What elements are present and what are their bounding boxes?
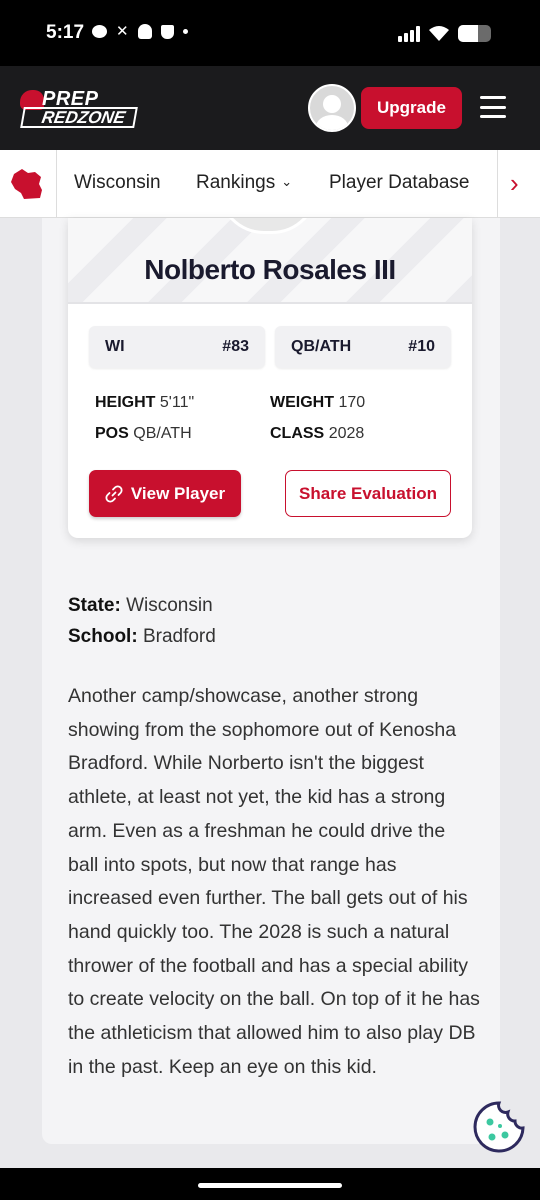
position-attribute: POS QB/ATH <box>95 425 192 443</box>
weight-label: WEIGHT <box>270 394 334 411</box>
state-rank-badge: WI #83 <box>89 326 265 368</box>
notification-icons: ✕ <box>92 24 188 39</box>
subnav-item-wisconsin[interactable]: Wisconsin <box>74 172 161 194</box>
chat-notification-icon <box>92 25 107 38</box>
state-detail-value: Wisconsin <box>126 595 213 616</box>
chevron-down-icon: ⌄ <box>281 174 293 189</box>
weight-value: 170 <box>338 394 366 411</box>
state-subnav: Wisconsin Rankings ⌄ Player Database › <box>0 150 540 218</box>
more-notifications-icon <box>182 29 188 34</box>
home-indicator[interactable] <box>198 1183 342 1188</box>
status-time: 5:17 <box>46 22 85 43</box>
snapchat-notification-icon <box>137 24 152 39</box>
wifi-icon <box>429 26 449 41</box>
tools-notification-icon: ✕ <box>116 23 129 40</box>
pos-label: POS <box>95 425 129 442</box>
player-name: Nolberto Rosales III <box>144 254 396 285</box>
school-detail-value: Bradford <box>142 626 216 647</box>
player-card-header: Nolberto Rosales III <box>68 218 472 304</box>
state-detail: State: Wisconsin <box>68 595 213 617</box>
status-bar: 5:17 ✕ <box>0 0 540 66</box>
school-detail-label: School: <box>68 626 138 647</box>
view-player-label: View Player <box>130 483 226 503</box>
height-value: 5'11" <box>159 394 195 411</box>
subnav-item-rankings[interactable]: Rankings ⌄ <box>196 172 292 194</box>
logo-text-bottom: REDZONE <box>20 107 138 128</box>
cell-signal-icon <box>398 26 420 42</box>
evaluation-text: Another camp/showcase, another strong sh… <box>68 685 480 1078</box>
class-value: 2028 <box>328 425 365 442</box>
chevron-right-icon[interactable]: › <box>510 168 519 199</box>
player-photo[interactable] <box>218 218 318 234</box>
subnav-rankings-label: Rankings <box>196 172 276 193</box>
class-label: CLASS <box>270 425 325 442</box>
state-detail-label: State: <box>68 595 121 616</box>
position-code: QB/ATH <box>291 338 352 355</box>
state-rank: #83 <box>222 338 249 355</box>
battery-icon <box>458 25 491 42</box>
subnav-item-player-database[interactable]: Player Database <box>329 172 469 194</box>
user-avatar[interactable] <box>308 84 356 132</box>
share-evaluation-button[interactable]: Share Evaluation <box>285 470 451 517</box>
site-header: PREP REDZONE Upgrade <box>0 66 540 150</box>
height-label: HEIGHT <box>95 394 156 411</box>
wisconsin-state-icon[interactable] <box>8 166 48 202</box>
gesture-bar <box>0 1168 540 1200</box>
link-icon <box>105 484 123 503</box>
player-card: Nolberto Rosales III WI #83 QB/ATH #10 H… <box>68 218 472 538</box>
prep-redzone-logo[interactable]: PREP REDZONE <box>20 88 138 128</box>
height-attribute: HEIGHT 5'11" <box>95 394 194 412</box>
view-player-button[interactable]: View Player <box>89 470 241 517</box>
weight-attribute: WEIGHT 170 <box>270 394 365 412</box>
position-rank-badge: QB/ATH #10 <box>275 326 451 368</box>
battery-level <box>458 25 479 42</box>
class-attribute: CLASS 2028 <box>270 425 364 443</box>
state-code: WI <box>105 338 125 355</box>
position-rank: #10 <box>408 338 435 355</box>
school-detail: School: Bradford <box>68 626 216 648</box>
trophy-notification-icon <box>160 24 174 39</box>
cookie-settings-icon[interactable] <box>472 1100 526 1154</box>
menu-icon[interactable] <box>480 96 506 118</box>
upgrade-button[interactable]: Upgrade <box>361 87 462 129</box>
pos-value: QB/ATH <box>133 425 192 442</box>
